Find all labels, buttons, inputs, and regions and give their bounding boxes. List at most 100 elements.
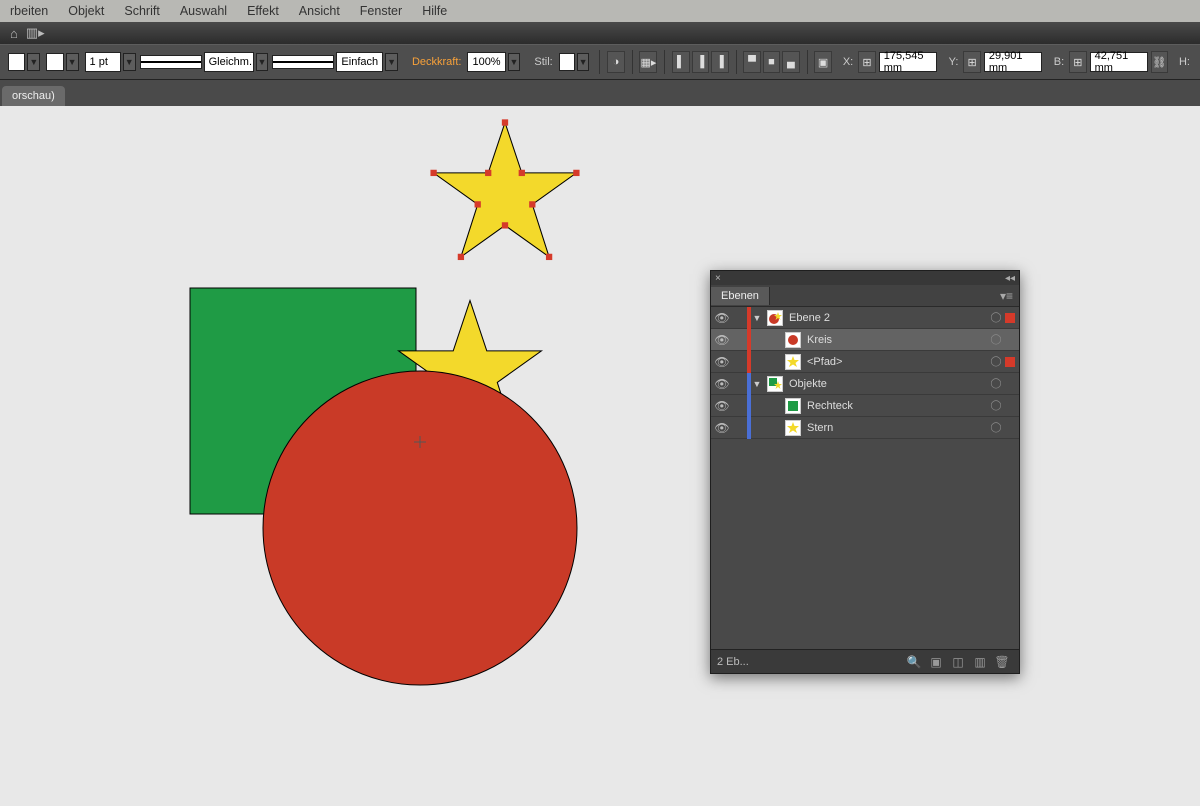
- menu-hilfe[interactable]: Hilfe: [412, 4, 457, 18]
- artboard[interactable]: [0, 106, 1200, 800]
- selection-indicator: [1005, 313, 1015, 323]
- new-layer-icon[interactable]: ▥: [969, 655, 991, 669]
- brush-preview[interactable]: [140, 55, 202, 69]
- panel-tab-row: Ebenen ▾≡: [711, 285, 1019, 307]
- align-right-icon[interactable]: ▐: [711, 51, 728, 73]
- target-icon[interactable]: ◯: [987, 356, 1005, 367]
- layer-name[interactable]: Kreis: [805, 334, 987, 346]
- target-icon[interactable]: ◯: [987, 378, 1005, 389]
- layer-thumbnail: [785, 398, 801, 414]
- panel-close-icon[interactable]: ×: [715, 273, 721, 284]
- selection-indicator: [1005, 423, 1015, 433]
- panel-titlebar[interactable]: × ◂◂: [711, 271, 1019, 285]
- recolor-icon[interactable]: ◑: [607, 51, 624, 73]
- opacity-dd-icon[interactable]: ▼: [508, 53, 521, 71]
- refpoint2-icon[interactable]: ⊞: [963, 51, 980, 73]
- w-input[interactable]: 42,751 mm: [1090, 52, 1148, 72]
- visibility-icon[interactable]: 👁: [711, 377, 733, 391]
- align-hcenter-icon[interactable]: ▐: [692, 51, 709, 73]
- shape-star-selected[interactable]: [430, 119, 579, 260]
- brush-name[interactable]: Gleichm.: [204, 52, 254, 72]
- target-icon[interactable]: ◯: [987, 400, 1005, 411]
- bridge-icon[interactable]: ⌂: [10, 26, 18, 41]
- stroke-weight-input[interactable]: 1 pt: [85, 52, 121, 72]
- layer-thumbnail: [785, 420, 801, 436]
- menu-objekt[interactable]: Objekt: [58, 4, 114, 18]
- shape-circle[interactable]: [263, 371, 577, 685]
- app-bar: ⌂ ▥▸: [0, 22, 1200, 44]
- stroke-weight-dd-icon[interactable]: ▼: [123, 53, 136, 71]
- layer-list-empty: [711, 439, 1019, 649]
- layer-row[interactable]: 👁 Kreis◯: [711, 329, 1019, 351]
- y-label: Y:: [949, 56, 959, 68]
- layer-row[interactable]: 👁 ▼ Ebene 2◯: [711, 307, 1019, 329]
- twisty-icon[interactable]: ▼: [751, 379, 763, 389]
- twisty-icon[interactable]: ▼: [751, 313, 763, 323]
- target-icon[interactable]: ◯: [987, 312, 1005, 323]
- profile-preview[interactable]: [272, 55, 334, 69]
- layer-color-stripe: [747, 417, 751, 439]
- layer-row[interactable]: 👁 ▼ Objekte◯: [711, 373, 1019, 395]
- stroke-swatch[interactable]: [46, 53, 63, 71]
- target-icon[interactable]: ◯: [987, 334, 1005, 345]
- locate-icon[interactable]: 🔍: [903, 655, 925, 669]
- layer-row[interactable]: 👁 Stern◯: [711, 417, 1019, 439]
- os-menubar: rbeitenObjektSchriftAuswahlEffektAnsicht…: [0, 0, 1200, 22]
- align-left-icon[interactable]: ▌: [672, 51, 689, 73]
- layer-name[interactable]: Ebene 2: [787, 312, 987, 324]
- panel-tab-layers[interactable]: Ebenen: [711, 287, 770, 305]
- align-vcenter-icon[interactable]: ■: [763, 51, 780, 73]
- panel-menu-icon[interactable]: ▾≡: [994, 289, 1019, 303]
- style-dd-icon[interactable]: ▼: [577, 53, 590, 71]
- panel-status: 2 Eb...: [717, 656, 749, 668]
- layer-name[interactable]: Stern: [805, 422, 987, 434]
- document-tab-bar: orschau): [0, 80, 1200, 106]
- menu-rbeiten[interactable]: rbeiten: [0, 4, 58, 18]
- target-icon[interactable]: ◯: [987, 422, 1005, 433]
- selection-indicator: [1005, 379, 1015, 389]
- selection-indicator: [1005, 335, 1015, 345]
- visibility-icon[interactable]: 👁: [711, 311, 733, 325]
- profile-name[interactable]: Einfach: [336, 52, 383, 72]
- y-input[interactable]: 29,901 mm: [984, 52, 1042, 72]
- style-swatch[interactable]: [559, 53, 575, 71]
- layer-color-stripe: [747, 329, 751, 351]
- transform-icon[interactable]: ▣: [814, 51, 831, 73]
- align-top-icon[interactable]: ▀: [743, 51, 760, 73]
- visibility-icon[interactable]: 👁: [711, 333, 733, 347]
- visibility-icon[interactable]: 👁: [711, 421, 733, 435]
- layer-name[interactable]: Objekte: [787, 378, 987, 390]
- visibility-icon[interactable]: 👁: [711, 355, 733, 369]
- refpoint3-icon[interactable]: ⊞: [1069, 51, 1086, 73]
- visibility-icon[interactable]: 👁: [711, 399, 733, 413]
- layer-name[interactable]: Rechteck: [805, 400, 987, 412]
- w-label: B:: [1054, 56, 1064, 68]
- layer-row[interactable]: 👁 Rechteck◯: [711, 395, 1019, 417]
- align-bottom-icon[interactable]: ▄: [782, 51, 799, 73]
- menu-effekt[interactable]: Effekt: [237, 4, 289, 18]
- fill-dropdown-icon[interactable]: ▼: [27, 53, 40, 71]
- refpoint-icon[interactable]: ⊞: [858, 51, 875, 73]
- x-input[interactable]: 175,545 mm: [879, 52, 937, 72]
- layer-list: 👁▼Ebene 2◯👁Kreis◯👁<Pfad>◯👁▼Objekte◯👁Rech…: [711, 307, 1019, 439]
- stroke-dropdown-icon[interactable]: ▼: [66, 53, 79, 71]
- layer-name[interactable]: <Pfad>: [805, 356, 987, 368]
- trash-icon[interactable]: 🗑: [991, 655, 1013, 669]
- brush-dd-icon[interactable]: ▼: [256, 53, 269, 71]
- panel-collapse-icon[interactable]: ◂◂: [1005, 273, 1015, 284]
- document-tab[interactable]: orschau): [2, 86, 65, 106]
- menu-auswahl[interactable]: Auswahl: [170, 4, 237, 18]
- menu-fenster[interactable]: Fenster: [350, 4, 412, 18]
- menu-schrift[interactable]: Schrift: [114, 4, 169, 18]
- link-wh-icon[interactable]: ⛓: [1151, 51, 1168, 73]
- layers-panel[interactable]: × ◂◂ Ebenen ▾≡ 👁▼Ebene 2◯👁Kreis◯👁<Pfad>◯…: [710, 270, 1020, 674]
- arrange-icon[interactable]: ▥▸: [26, 25, 45, 41]
- clip-mask-icon[interactable]: ▣: [925, 655, 947, 669]
- menu-ansicht[interactable]: Ansicht: [289, 4, 350, 18]
- profile-dd-icon[interactable]: ▼: [385, 53, 398, 71]
- opacity-input[interactable]: 100%: [467, 52, 505, 72]
- layer-row[interactable]: 👁 <Pfad>◯: [711, 351, 1019, 373]
- fill-swatch[interactable]: [8, 53, 25, 71]
- align-menu-icon[interactable]: ▦▸: [639, 51, 657, 73]
- new-sublayer-icon[interactable]: ◫: [947, 655, 969, 669]
